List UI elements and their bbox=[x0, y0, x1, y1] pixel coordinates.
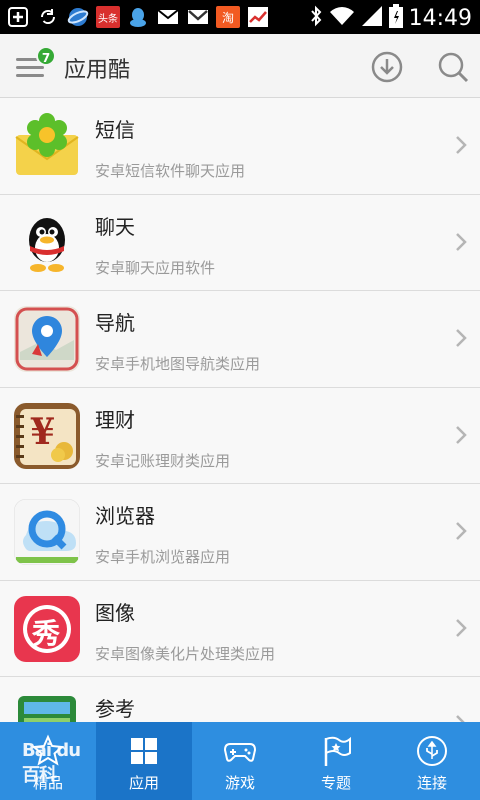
item-title: 参考 bbox=[95, 697, 135, 721]
browser-q-icon bbox=[14, 499, 80, 565]
battery-icon bbox=[388, 4, 403, 32]
clock: 14:49 bbox=[408, 5, 472, 31]
notification-badge: 7 bbox=[36, 46, 56, 66]
tab-apps[interactable]: 应用 bbox=[96, 722, 192, 800]
item-description: 安卓记账理财类应用 bbox=[95, 451, 231, 470]
item-title: 浏览器 bbox=[95, 504, 155, 528]
tab-topics[interactable]: 专题 bbox=[288, 722, 384, 800]
sms-flower-icon bbox=[14, 113, 80, 179]
chevron-right-icon bbox=[456, 618, 467, 637]
item-description: 安卓短信软件聊天应用 bbox=[95, 162, 246, 180]
qq-penguin-icon bbox=[14, 210, 80, 276]
tab-label: 应用 bbox=[128, 774, 159, 792]
app-header: 7 应用酷 bbox=[0, 34, 480, 98]
gamepad-icon bbox=[223, 743, 257, 762]
wifi-icon bbox=[329, 5, 355, 31]
chevron-right-icon bbox=[456, 136, 467, 154]
sync-icon bbox=[36, 5, 60, 29]
tab-label: 专题 bbox=[320, 774, 351, 792]
taobao-icon: 淘 bbox=[216, 6, 240, 28]
notification-icons: 头条 淘 bbox=[6, 5, 270, 29]
bluetooth-icon bbox=[309, 5, 323, 31]
tab-games[interactable]: 游戏 bbox=[192, 722, 288, 800]
tab-label: 连接 bbox=[416, 774, 447, 792]
item-title: 理财 bbox=[95, 407, 135, 432]
list-item-reference[interactable]: 参考 bbox=[0, 677, 480, 722]
status-bar: 头条 淘 14:49 bbox=[0, 0, 480, 34]
list-item-image[interactable]: 秀 图像 安卓图像美化片处理类应用 bbox=[0, 580, 480, 677]
download-button[interactable] bbox=[370, 50, 404, 84]
mail-icon bbox=[156, 5, 180, 29]
search-icon bbox=[438, 52, 469, 83]
usb-icon bbox=[417, 736, 447, 766]
search-button[interactable] bbox=[436, 50, 470, 84]
item-title: 导航 bbox=[95, 311, 135, 335]
baidu-watermark: Bai du 百科 bbox=[22, 740, 81, 786]
map-pin-icon bbox=[14, 306, 80, 372]
tab-connect[interactable]: 连接 bbox=[384, 722, 480, 800]
chevron-right-icon bbox=[456, 329, 467, 347]
list-item-sms[interactable]: 短信 安卓短信软件聊天应用 bbox=[0, 98, 480, 195]
flag-icon bbox=[324, 736, 351, 766]
chevron-right-icon bbox=[456, 522, 467, 540]
stocks-icon bbox=[246, 5, 270, 29]
item-description: 安卓聊天应用软件 bbox=[95, 258, 216, 277]
yen-symbol: ¥ bbox=[30, 410, 56, 453]
grid-icon bbox=[131, 738, 157, 764]
item-description: 安卓手机浏览器应用 bbox=[95, 548, 231, 566]
yen-notebook-icon: ¥ bbox=[14, 402, 80, 469]
list-item-finance[interactable]: ¥ 理财 安卓记账理财类应用 bbox=[0, 387, 480, 484]
browser-icon bbox=[66, 5, 90, 29]
reference-icon bbox=[14, 692, 80, 722]
item-title: 短信 bbox=[95, 118, 135, 142]
system-icons: 14:49 bbox=[309, 4, 472, 32]
toutiao-label: 头条 bbox=[98, 13, 118, 25]
qq-icon bbox=[126, 5, 150, 29]
item-title: 聊天 bbox=[95, 214, 135, 239]
item-description: 安卓图像美化片处理类应用 bbox=[95, 644, 276, 663]
chevron-right-icon bbox=[456, 232, 467, 251]
chevron-right-icon bbox=[456, 715, 465, 722]
item-description: 安卓手机地图导航类应用 bbox=[95, 355, 261, 373]
signal-icon bbox=[361, 5, 383, 31]
bottom-nav: 精品 Bai du 百科 应用 游戏 专题 连接 bbox=[0, 722, 480, 800]
item-title: 图像 bbox=[95, 600, 135, 625]
menu-button[interactable]: 7 bbox=[14, 46, 56, 82]
tab-featured[interactable]: 精品 Bai du 百科 bbox=[0, 722, 96, 800]
xiu-icon: 秀 bbox=[14, 595, 80, 662]
chevron-right-icon bbox=[456, 425, 467, 444]
category-list: 短信 安卓短信软件聊天应用 聊天 安卓聊天应用软件 导航 安卓手机地图导航类应用… bbox=[0, 98, 480, 722]
list-item-navigation[interactable]: 导航 安卓手机地图导航类应用 bbox=[0, 291, 480, 388]
toutiao-icon: 头条 bbox=[96, 6, 120, 28]
gmail-icon bbox=[186, 5, 210, 29]
list-item-chat[interactable]: 聊天 安卓聊天应用软件 bbox=[0, 194, 480, 291]
download-icon bbox=[371, 51, 403, 83]
list-item-browser[interactable]: 浏览器 安卓手机浏览器应用 bbox=[0, 484, 480, 581]
xiu-char: 秀 bbox=[32, 616, 61, 650]
page-title: 应用酷 bbox=[64, 58, 131, 83]
plus-icon bbox=[6, 5, 30, 29]
tab-label: 游戏 bbox=[224, 774, 255, 792]
taobao-label: 淘 bbox=[221, 10, 234, 25]
